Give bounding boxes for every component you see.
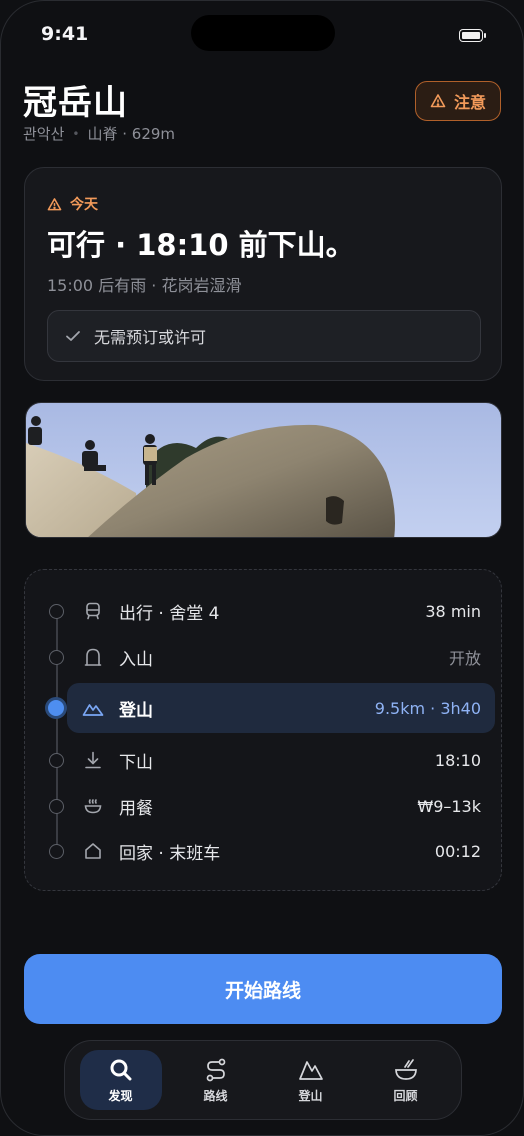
timeline-label: 登山 [119, 700, 153, 721]
route-timeline: 出行 · 舍堂 4 38 min 入山 开放 登山 9.5km · 3h40 下… [24, 569, 502, 891]
timeline-node [49, 603, 64, 619]
battery-icon [459, 29, 486, 42]
subtitle-korean-name: 관악산 [23, 125, 65, 143]
tab-label: 登山 [298, 1088, 323, 1103]
timeline-row-meal[interactable]: 用餐 ₩9–13k [25, 784, 503, 828]
separator-dot: • [72, 126, 80, 141]
timeline-node-active [45, 697, 67, 719]
search-icon [110, 1059, 131, 1080]
tab-routes[interactable]: 路线 [175, 1050, 257, 1110]
timeline-node [49, 798, 64, 814]
timeline-row-home[interactable]: 回家 · 末班车 00:12 [25, 829, 503, 873]
today-label: 今天 [70, 197, 98, 213]
dynamic-island [191, 15, 335, 51]
tab-label: 路线 [203, 1088, 228, 1103]
tab-hike[interactable]: 登山 [270, 1050, 352, 1110]
timeline-label: 下山 [119, 752, 153, 773]
start-route-button[interactable]: 开始路线 [24, 954, 502, 1024]
timeline-node [49, 843, 64, 859]
today-tag: 今天 [47, 194, 98, 214]
tab-bar: 发现 路线 登山 回顾 [64, 1040, 462, 1120]
timeline-value: 开放 [448, 649, 481, 668]
timeline-value: 38 min [425, 601, 481, 621]
warning-icon [47, 197, 62, 210]
page-title: 冠岳山 [23, 83, 128, 123]
mountain-photo-illustration [26, 403, 501, 537]
conditions-headline: 可行 · 18:10 前下山。 [47, 228, 355, 262]
timeline-label: 回家 · 末班车 [119, 843, 221, 864]
timeline-node [49, 752, 64, 768]
tab-review[interactable]: 回顾 [365, 1050, 447, 1110]
weather-detail: 15:00 后有雨 · 花岗岩湿滑 [47, 276, 242, 295]
permit-status: 无需预订或许可 [47, 310, 481, 362]
timeline-row-hike[interactable]: 登山 9.5km · 3h40 [25, 683, 503, 733]
timeline-value: 9.5km · 3h40 [374, 698, 481, 718]
mountain-photo [25, 402, 502, 538]
bus-icon [82, 600, 104, 622]
mountain-icon [298, 1060, 323, 1080]
permit-label: 无需预订或许可 [94, 328, 207, 347]
timeline-label: 入山 [119, 649, 153, 670]
alert-label: 注意 [453, 93, 486, 112]
timeline-value: ₩9–13k [417, 796, 481, 816]
timeline-value: 18:10 [434, 750, 481, 770]
download-icon [82, 749, 104, 771]
timeline-row-descent[interactable]: 下山 18:10 [25, 738, 503, 782]
bowl-icon [82, 795, 104, 817]
timeline-label: 用餐 [119, 798, 153, 819]
subtitle-detail: 山脊 · 629m [87, 125, 176, 143]
route-icon [206, 1058, 225, 1081]
gate-icon [82, 646, 104, 668]
timeline-label: 出行 · 舍堂 4 [119, 603, 220, 624]
status-bar: 9:41 [1, 1, 523, 71]
check-icon [66, 331, 80, 341]
bowl-icon [394, 1058, 417, 1080]
conditions-card: 今天 可行 · 18:10 前下山。 15:00 后有雨 · 花岗岩湿滑 无需预… [24, 167, 502, 381]
alert-button[interactable]: 注意 [415, 81, 501, 121]
timeline-row-entry[interactable]: 入山 开放 [25, 635, 503, 679]
timeline-row-transit[interactable]: 出行 · 舍堂 4 38 min [25, 589, 503, 633]
tab-discover[interactable]: 发现 [79, 1050, 162, 1110]
home-icon [82, 840, 104, 862]
timeline-value: 00:12 [434, 841, 481, 861]
tab-label: 回顾 [393, 1088, 418, 1103]
tab-label: 发现 [108, 1088, 133, 1103]
mountain-icon [82, 697, 104, 719]
page-subtitle: 관악산 • 山脊 · 629m [23, 123, 175, 144]
warning-icon [430, 94, 446, 108]
phone-screen: 9:41 冠岳山 관악산 • 山脊 · 629m 注意 今天 可行 · 18:1… [0, 0, 524, 1136]
status-time: 9:41 [41, 23, 89, 45]
timeline-node [49, 649, 64, 665]
